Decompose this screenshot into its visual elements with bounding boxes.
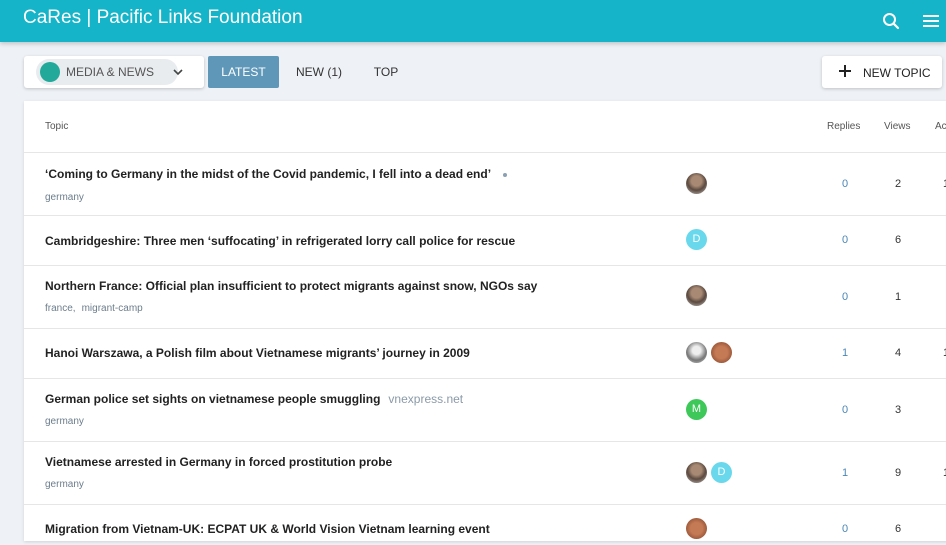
category-label: MEDIA & NEWS bbox=[66, 65, 155, 79]
new-topic-label: NEW TOPIC bbox=[863, 66, 931, 80]
avatar[interactable]: M bbox=[686, 399, 707, 420]
views-count: 3 bbox=[895, 404, 902, 416]
topic-domain-link[interactable]: vnexpress.net bbox=[388, 392, 463, 406]
replies-count[interactable]: 0 bbox=[842, 404, 848, 416]
replies-count[interactable]: 0 bbox=[842, 178, 848, 190]
avatar[interactable] bbox=[686, 462, 707, 483]
topic-list: Topic Replies Views Ac ‘Coming to German… bbox=[24, 101, 946, 541]
avatar[interactable] bbox=[711, 342, 732, 363]
topic-title-link[interactable]: Migration from Vietnam-UK: ECPAT UK & Wo… bbox=[45, 522, 490, 536]
avatar[interactable]: D bbox=[686, 229, 707, 250]
topic-tags: france, migrant-camp bbox=[45, 303, 149, 314]
replies-count[interactable]: 1 bbox=[842, 347, 848, 359]
views-count: 9 bbox=[895, 467, 902, 479]
views-count: 2 bbox=[895, 178, 902, 190]
tag-link[interactable]: germany bbox=[45, 192, 84, 203]
tag-link[interactable]: migrant-camp bbox=[82, 303, 143, 314]
site-header: CaRes | Pacific Links Foundation bbox=[0, 0, 946, 42]
site-title[interactable]: CaRes | Pacific Links Foundation bbox=[23, 7, 303, 29]
chevron-down-icon[interactable] bbox=[172, 65, 184, 83]
topic-title-link[interactable]: Cambridgeshire: Three men ‘suffocating’ … bbox=[45, 234, 515, 248]
avatar[interactable] bbox=[686, 342, 707, 363]
topic-row[interactable]: Hanoi Warszawa, a Polish film about Viet… bbox=[24, 329, 946, 379]
views-count: 6 bbox=[895, 523, 902, 535]
replies-count[interactable]: 0 bbox=[842, 523, 848, 535]
tab-new[interactable]: NEW (1) bbox=[290, 56, 348, 88]
replies-count[interactable]: 0 bbox=[842, 291, 848, 303]
unread-dot bbox=[503, 172, 508, 177]
category-badge: MEDIA & NEWS bbox=[36, 59, 178, 85]
topic-row[interactable]: Vietnamese arrested in Germany in forced… bbox=[24, 442, 946, 505]
topic-row[interactable]: German police set sights on vietnamese p… bbox=[24, 379, 946, 442]
topic-tags: germany bbox=[45, 479, 90, 490]
plus-icon bbox=[838, 64, 852, 83]
topic-title-link[interactable]: Hanoi Warszawa, a Polish film about Viet… bbox=[45, 346, 470, 360]
new-topic-button[interactable]: NEW TOPIC bbox=[822, 56, 942, 88]
column-replies[interactable]: Replies bbox=[827, 121, 860, 132]
tag-link[interactable]: france, bbox=[45, 303, 76, 314]
topic-row[interactable]: Northern France: Official plan insuffici… bbox=[24, 266, 946, 329]
topic-title-link[interactable]: Vietnamese arrested in Germany in forced… bbox=[45, 455, 392, 469]
tag-link[interactable]: germany bbox=[45, 479, 84, 490]
topic-row[interactable]: ‘Coming to Germany in the midst of the C… bbox=[24, 153, 946, 216]
topic-tags: germany bbox=[45, 416, 90, 427]
hamburger-menu-icon[interactable] bbox=[920, 10, 942, 32]
avatar[interactable] bbox=[686, 173, 707, 194]
replies-count[interactable]: 0 bbox=[842, 234, 848, 246]
topic-navigation: MEDIA & NEWS LATEST NEW (1) TOP NEW TOPI… bbox=[0, 56, 946, 88]
tab-top[interactable]: TOP bbox=[364, 56, 408, 88]
topic-title-link[interactable]: ‘Coming to Germany in the midst of the C… bbox=[45, 167, 508, 181]
views-count: 4 bbox=[895, 347, 902, 359]
views-count: 1 bbox=[895, 291, 902, 303]
column-views[interactable]: Views bbox=[884, 121, 911, 132]
category-dropdown[interactable]: MEDIA & NEWS bbox=[24, 56, 204, 88]
avatar[interactable] bbox=[686, 518, 707, 539]
topic-tags: germany bbox=[45, 192, 90, 203]
topic-list-header: Topic Replies Views Ac bbox=[24, 101, 946, 153]
topic-title-link[interactable]: German police set sights on vietnamese p… bbox=[45, 392, 463, 406]
tag-link[interactable]: germany bbox=[45, 416, 84, 427]
views-count: 6 bbox=[895, 234, 902, 246]
topic-row[interactable]: Cambridgeshire: Three men ‘suffocating’ … bbox=[24, 216, 946, 266]
avatar[interactable] bbox=[686, 285, 707, 306]
search-icon[interactable] bbox=[880, 10, 902, 32]
category-color-dot bbox=[40, 62, 60, 82]
tab-latest[interactable]: LATEST bbox=[208, 56, 279, 88]
topic-title-link[interactable]: Northern France: Official plan insuffici… bbox=[45, 279, 537, 293]
column-topic[interactable]: Topic bbox=[45, 121, 68, 132]
topic-row[interactable]: Migration from Vietnam-UK: ECPAT UK & Wo… bbox=[24, 505, 946, 545]
replies-count[interactable]: 1 bbox=[842, 467, 848, 479]
avatar[interactable]: D bbox=[711, 462, 732, 483]
column-activity[interactable]: Ac bbox=[935, 121, 946, 132]
